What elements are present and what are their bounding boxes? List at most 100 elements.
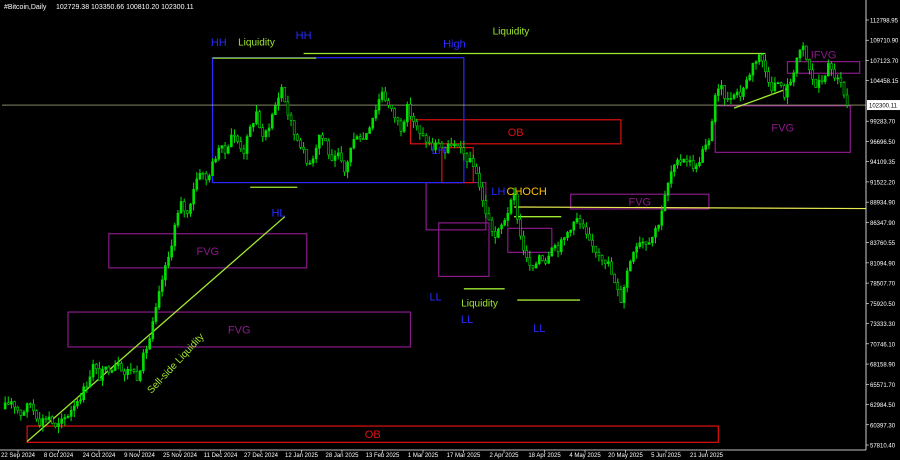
candle-body: [739, 91, 742, 97]
candle-body: [559, 239, 563, 253]
candle-body: [707, 140, 711, 146]
candle-body: [651, 236, 654, 244]
candle-body: [217, 147, 221, 160]
candle-body: [437, 142, 441, 145]
candle-body: [129, 368, 133, 371]
candle-body: [82, 386, 85, 401]
candle-body: [503, 220, 506, 226]
candle-body: [685, 158, 689, 163]
candle-body: [135, 371, 139, 381]
candle-body: [814, 78, 818, 88]
candle-body: [481, 186, 484, 201]
candle-body: [779, 82, 783, 86]
candle-body: [490, 219, 494, 232]
candle-body: [487, 213, 491, 221]
candle-body: [148, 338, 151, 350]
candle-body: [789, 81, 792, 85]
zone-label: FVG: [228, 325, 251, 337]
x-tick-label: 11 Dec 2024: [204, 453, 238, 459]
candle-body: [330, 154, 334, 161]
zone-label: OB: [508, 127, 524, 139]
candle-body: [541, 255, 544, 261]
candle-body: [336, 152, 340, 157]
candle-body: [751, 63, 755, 76]
candle-body: [638, 242, 642, 247]
candle-body: [248, 126, 252, 137]
candle-body: [340, 152, 343, 162]
candle-body: [160, 279, 164, 292]
candle-body: [833, 68, 836, 79]
x-tick-label: 20 May 2025: [608, 453, 643, 459]
x-tick-label: 22 Sep 2024: [1, 453, 36, 459]
structure-label: LH: [491, 186, 505, 198]
candle-body: [107, 366, 111, 373]
candle-body: [116, 363, 120, 366]
zone-label: IFVG: [811, 50, 837, 62]
candle-body: [522, 235, 525, 251]
y-tick-label: 73333.30: [870, 322, 896, 328]
candle-body: [710, 121, 714, 142]
candle-body: [462, 147, 466, 155]
structure-label: LL: [429, 291, 441, 303]
candle-body: [226, 146, 230, 154]
candle-body: [691, 160, 695, 169]
x-tick-label: 1 Mar 2025: [408, 453, 439, 459]
candle-body: [610, 261, 613, 275]
candle-body: [764, 60, 767, 72]
candle-body: [666, 183, 670, 196]
candle-body: [839, 77, 843, 83]
ohlc-readout: 102729.38 103350.66 100810.20 102300.11: [56, 4, 194, 11]
candle-body: [720, 85, 723, 90]
y-tick-label: 102300.11: [869, 104, 898, 110]
candle-body: [669, 171, 673, 184]
candle-body: [66, 416, 70, 418]
candle-body: [553, 245, 557, 249]
structure-label: LL: [533, 323, 545, 335]
candle-body: [230, 134, 233, 148]
candle-body: [54, 422, 57, 428]
candle-body: [679, 159, 682, 163]
structure-label: HH: [296, 30, 312, 42]
candle-body: [500, 224, 503, 230]
candle-body: [597, 252, 601, 256]
candle-body: [94, 363, 98, 369]
candle-body: [223, 145, 227, 154]
candle-body: [267, 127, 271, 132]
candle-body: [324, 138, 327, 142]
candle-body: [629, 261, 632, 272]
candle-body: [88, 376, 92, 388]
candle-body: [713, 95, 717, 122]
y-tick-label: 65571.70: [870, 383, 896, 389]
candle-body: [358, 136, 362, 139]
candle-body: [578, 218, 582, 225]
y-tick-label: 83760.55: [870, 241, 896, 247]
candle-body: [801, 45, 805, 51]
candle-body: [57, 423, 60, 428]
candle-body: [50, 416, 54, 424]
liquidity-label: Liquidity: [238, 37, 275, 48]
candle-body: [201, 172, 205, 175]
chart-area: #Bitcoin,Daily 102729.38 103350.66 10081…: [0, 0, 900, 460]
candle-body: [531, 265, 535, 269]
y-tick-label: 112798.95: [870, 19, 899, 25]
candle-body: [6, 402, 10, 405]
candle-body: [493, 231, 497, 238]
candle-body: [138, 370, 142, 381]
candle-body: [616, 282, 620, 290]
candle-body: [773, 82, 777, 91]
candle-body: [318, 134, 321, 149]
candle-body: [770, 82, 774, 91]
candle-body: [563, 237, 566, 240]
candle-body: [277, 97, 280, 107]
candle-body: [723, 85, 726, 99]
candle-body: [186, 210, 189, 214]
candle-body: [795, 57, 799, 74]
candle-body: [456, 143, 459, 147]
y-tick-label: 75920.50: [870, 302, 896, 308]
choch-label: CHOCH: [507, 186, 547, 198]
candle-body: [475, 166, 478, 174]
y-tick-label: 57810.40: [870, 444, 896, 450]
candle-body: [402, 121, 406, 132]
zone-label: FVG: [196, 246, 219, 258]
candle-body: [537, 255, 541, 265]
